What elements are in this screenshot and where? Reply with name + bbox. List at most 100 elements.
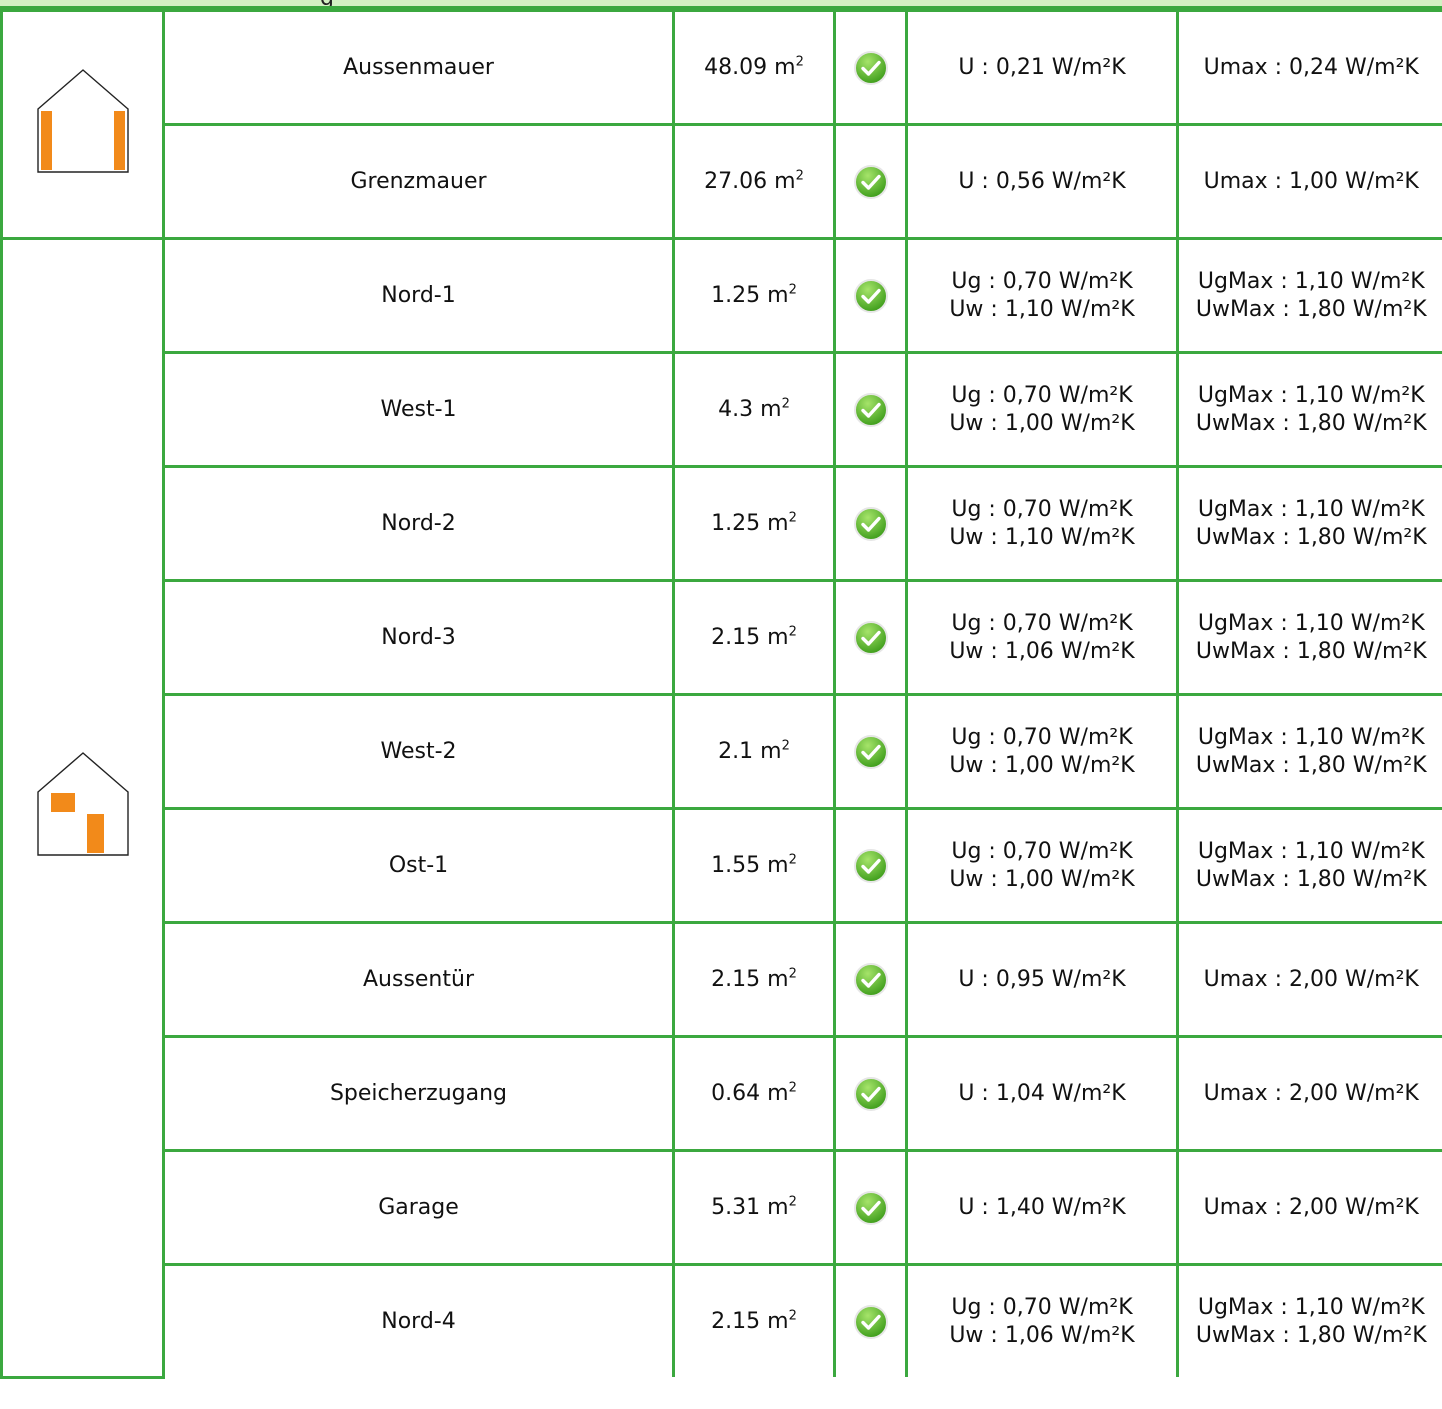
status-cell bbox=[833, 921, 908, 1038]
area-cell: 0.64 m2 bbox=[672, 1035, 836, 1152]
status-cell bbox=[833, 1149, 908, 1266]
u-max-line: Umax : 2,00 W/m²K bbox=[1203, 1080, 1419, 1106]
area-cell: 4.3 m2 bbox=[672, 351, 836, 468]
check-circle-icon bbox=[853, 278, 888, 313]
area-value: 48.09 m bbox=[704, 54, 796, 80]
u-value-cell: U : 0,21 W/m²K bbox=[905, 9, 1179, 126]
component-name: Nord-1 bbox=[162, 237, 675, 354]
u-value-cell: Ug : 0,70 W/m²K Uw : 1,10 W/m²K bbox=[905, 237, 1179, 354]
u-value-line: U : 1,40 W/m²K bbox=[958, 1194, 1126, 1220]
u-value-line: Ug : 0,70 W/m²K bbox=[951, 611, 1133, 636]
section-header-text: g bbox=[320, 0, 334, 6]
u-value-cell: U : 0,95 W/m²K bbox=[905, 921, 1179, 1038]
status-cell bbox=[833, 693, 908, 810]
u-value-line: U : 0,56 W/m²K bbox=[958, 168, 1126, 194]
u-max-line: UgMax : 1,10 W/m²K bbox=[1197, 839, 1425, 864]
table-row: Nord-2 1.25 m2 Ug : 0,70 W/m²K Uw : 1,10 W/… bbox=[2, 465, 1442, 582]
area-cell: 1.25 m2 bbox=[672, 465, 836, 582]
component-name: Nord-2 bbox=[162, 465, 675, 582]
table-row: Ost-1 1.55 m2 Ug : 0,70 W/m²K Uw : 1,00 W/m… bbox=[2, 807, 1442, 924]
u-value-table: Aussenmauer 48.09 m2 U : 0,21 W/m²K Umax : … bbox=[0, 9, 1442, 1379]
area-value: 1.25 m bbox=[711, 510, 789, 536]
component-name: Nord-4 bbox=[162, 1263, 675, 1377]
u-max-cell: UgMax : 1,10 W/m²K UwMax : 1,80 W/m²K bbox=[1176, 465, 1442, 582]
check-circle-icon bbox=[853, 848, 888, 883]
table-row: West-2 2.1 m2 Ug : 0,70 W/m²K Uw : 1,00 W/m… bbox=[2, 693, 1442, 810]
area-value: 1.55 m bbox=[711, 852, 789, 878]
area-value: 1.25 m bbox=[711, 282, 789, 308]
u-max-line: UgMax : 1,10 W/m²K bbox=[1197, 611, 1425, 636]
u-max-line: UgMax : 1,10 W/m²K bbox=[1197, 383, 1425, 408]
u-value-cell: Ug : 0,70 W/m²K Uw : 1,10 W/m²K bbox=[905, 465, 1179, 582]
u-value-line: Uw : 1,00 W/m²K bbox=[949, 410, 1135, 436]
u-value-line: Uw : 1,06 W/m²K bbox=[949, 1322, 1135, 1348]
component-name: Speicherzugang bbox=[162, 1035, 675, 1152]
u-max-cell: UgMax : 1,10 W/m²K UwMax : 1,80 W/m²K bbox=[1176, 579, 1442, 696]
area-unit-exponent: 2 bbox=[788, 1194, 797, 1210]
check-circle-icon bbox=[853, 1076, 888, 1111]
area-unit-exponent: 2 bbox=[795, 168, 804, 184]
area-unit-exponent: 2 bbox=[788, 510, 797, 526]
component-name: Aussenmauer bbox=[162, 9, 675, 126]
status-cell bbox=[833, 237, 908, 354]
u-value-line: Uw : 1,00 W/m²K bbox=[949, 752, 1135, 778]
u-max-line: UwMax : 1,80 W/m²K bbox=[1195, 866, 1427, 892]
u-value-cell: U : 0,56 W/m²K bbox=[905, 123, 1179, 240]
check-circle-icon bbox=[853, 506, 888, 541]
area-cell: 27.06 m2 bbox=[672, 123, 836, 240]
check-circle-icon bbox=[853, 164, 888, 199]
u-value-line: U : 0,21 W/m²K bbox=[958, 54, 1126, 80]
area-value: 2.15 m bbox=[711, 966, 789, 992]
u-max-cell: UgMax : 1,10 W/m²K UwMax : 1,80 W/m²K bbox=[1176, 1263, 1442, 1377]
status-cell bbox=[833, 351, 908, 468]
u-max-line: UgMax : 1,10 W/m²K bbox=[1197, 1295, 1425, 1320]
area-cell: 5.31 m2 bbox=[672, 1149, 836, 1266]
u-max-cell: UgMax : 1,10 W/m²K UwMax : 1,80 W/m²K bbox=[1176, 237, 1442, 354]
table-row: Nord-4 2.15 m2 Ug : 0,70 W/m²K Uw : 1,06 W/… bbox=[2, 1263, 1442, 1377]
area-unit-exponent: 2 bbox=[788, 1080, 797, 1096]
status-cell bbox=[833, 123, 908, 240]
u-value-line: Ug : 0,70 W/m²K bbox=[951, 383, 1133, 408]
area-cell: 1.55 m2 bbox=[672, 807, 836, 924]
u-value-line: Uw : 1,00 W/m²K bbox=[949, 866, 1135, 892]
u-value-line: U : 0,95 W/m²K bbox=[958, 966, 1126, 992]
area-cell: 2.15 m2 bbox=[672, 579, 836, 696]
u-max-cell: Umax : 2,00 W/m²K bbox=[1176, 1149, 1442, 1266]
u-value-line: Ug : 0,70 W/m²K bbox=[951, 725, 1133, 750]
u-max-line: UwMax : 1,80 W/m²K bbox=[1195, 752, 1427, 778]
u-value-line: Ug : 0,70 W/m²K bbox=[951, 497, 1133, 522]
u-max-line: Umax : 2,00 W/m²K bbox=[1203, 1194, 1419, 1220]
section-header: g bbox=[0, 0, 1442, 9]
area-value: 4.3 m bbox=[718, 396, 782, 422]
area-unit-exponent: 2 bbox=[795, 54, 804, 70]
area-value: 27.06 m bbox=[704, 168, 796, 194]
u-max-cell: UgMax : 1,10 W/m²K UwMax : 1,80 W/m²K bbox=[1176, 807, 1442, 924]
table-row: Grenzmauer 27.06 m2 U : 0,56 W/m²K Umax : 1… bbox=[2, 123, 1442, 240]
u-value-line: Uw : 1,10 W/m²K bbox=[949, 296, 1135, 322]
area-unit-exponent: 2 bbox=[781, 738, 790, 754]
group-icon-cell bbox=[0, 9, 165, 240]
u-max-line: Umax : 1,00 W/m²K bbox=[1203, 168, 1419, 194]
table-row: Aussentür 2.15 m2 U : 0,95 W/m²K Umax : 2,0… bbox=[2, 921, 1442, 1038]
table-row: Speicherzugang 0.64 m2 U : 1,04 W/m²K Umax … bbox=[2, 1035, 1442, 1152]
u-max-cell: UgMax : 1,10 W/m²K UwMax : 1,80 W/m²K bbox=[1176, 693, 1442, 810]
u-max-line: UwMax : 1,80 W/m²K bbox=[1195, 1322, 1427, 1348]
component-name: West-2 bbox=[162, 693, 675, 810]
table-row: Aussenmauer 48.09 m2 U : 0,21 W/m²K Umax : … bbox=[0, 9, 1442, 240]
check-circle-icon bbox=[853, 620, 888, 655]
u-value-line: Uw : 1,10 W/m²K bbox=[949, 524, 1135, 550]
u-max-cell: Umax : 2,00 W/m²K bbox=[1176, 1035, 1442, 1152]
check-circle-icon bbox=[853, 50, 888, 85]
u-value-line: Uw : 1,06 W/m²K bbox=[949, 638, 1135, 664]
check-circle-icon bbox=[853, 392, 888, 427]
u-value-cell: U : 1,40 W/m²K bbox=[905, 1149, 1179, 1266]
u-max-line: Umax : 0,24 W/m²K bbox=[1203, 54, 1419, 80]
area-value: 2.15 m bbox=[711, 624, 789, 650]
area-unit-exponent: 2 bbox=[788, 966, 797, 982]
area-unit-exponent: 2 bbox=[781, 396, 790, 412]
status-cell bbox=[833, 1035, 908, 1152]
u-max-line: UgMax : 1,10 W/m²K bbox=[1197, 725, 1425, 750]
area-unit-exponent: 2 bbox=[788, 852, 797, 868]
u-max-cell: Umax : 1,00 W/m²K bbox=[1176, 123, 1442, 240]
house-walls-icon bbox=[36, 68, 129, 181]
